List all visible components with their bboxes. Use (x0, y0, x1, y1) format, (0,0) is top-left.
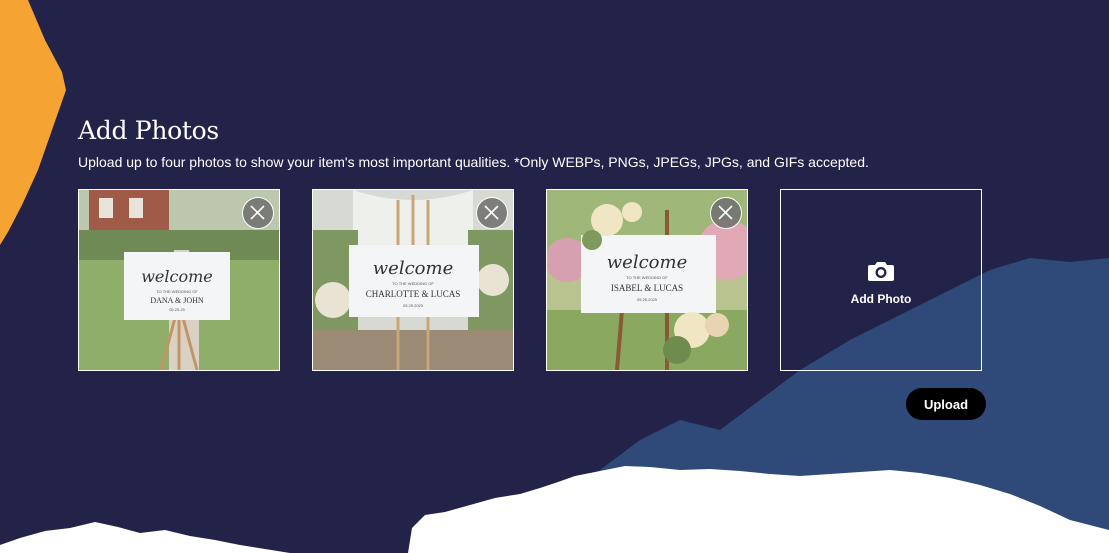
sign-date-text: 05.25.2025 (637, 297, 658, 302)
sign-script-text: welcome (373, 258, 453, 279)
add-photo-label: Add Photo (850, 292, 912, 306)
close-icon (718, 205, 733, 220)
orange-torn-shape (0, 0, 66, 245)
sign-names-text: ISABEL & LUCAS (611, 283, 683, 293)
add-photo-button[interactable]: Add Photo (780, 189, 982, 371)
sign-script-text: welcome (607, 252, 687, 273)
photo-thumbnail-1: welcome TO THE WEDDING OF DANA & JOHN 05… (78, 189, 280, 371)
upload-instructions: Upload up to four photos to show your it… (78, 154, 869, 170)
page-title: Add Photos (78, 116, 219, 145)
sign-date-text: 05.25.25 (169, 307, 185, 312)
white-torn-edge (0, 522, 290, 553)
sign-date-text: 05.25.2025 (403, 303, 424, 308)
sign-names-text: CHARLOTTE & LUCAS (366, 289, 461, 299)
photo-thumbnail-3: welcome TO THE WEDDING OF ISABEL & LUCAS… (546, 189, 748, 371)
sign-names-text: DANA & JOHN (150, 296, 204, 305)
upload-button[interactable]: Upload (906, 388, 986, 420)
sign-line-text: TO THE WEDDING OF (626, 275, 668, 280)
close-icon (250, 205, 265, 220)
sign-line-text: TO THE WEDDING OF (392, 281, 434, 286)
remove-photo-button[interactable] (476, 197, 508, 229)
camera-icon (868, 262, 894, 281)
close-icon (484, 205, 499, 220)
remove-photo-button[interactable] (242, 197, 274, 229)
photo-thumbnail-2: welcome TO THE WEDDING OF CHARLOTTE & LU… (312, 189, 514, 371)
sign-line-text: TO THE WEDDING OF (156, 289, 198, 294)
remove-photo-button[interactable] (710, 197, 742, 229)
sign-script-text: welcome (141, 267, 213, 286)
